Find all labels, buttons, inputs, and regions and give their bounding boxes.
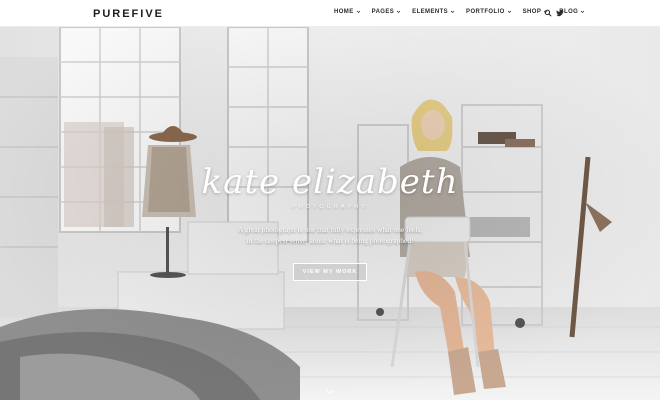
- nav-item-label: HOME: [334, 9, 354, 15]
- nav-item-label: SHOP: [522, 9, 542, 15]
- nav-item-pages[interactable]: PAGES: [372, 9, 402, 15]
- twitter-icon[interactable]: [556, 9, 564, 17]
- site-header: PUREFIVE HOME PAGES ELEMENTS PORTFOLIO S…: [0, 0, 660, 27]
- view-my-work-button[interactable]: VIEW MY WORK: [292, 263, 368, 281]
- hero-title: kate elizabeth: [201, 162, 459, 202]
- nav-item-home[interactable]: HOME: [334, 9, 361, 15]
- search-icon[interactable]: [544, 9, 552, 17]
- nav-item-portfolio[interactable]: PORTFOLIO: [466, 9, 512, 15]
- chevron-down-icon: [450, 10, 455, 13]
- nav-item-label: PORTFOLIO: [466, 9, 505, 15]
- hero-subtitle: PHOTOGRAPHY: [292, 204, 368, 210]
- nav-item-label: PAGES: [371, 9, 395, 15]
- hero-section: kate elizabeth PHOTOGRAPHY A great photo…: [0, 27, 660, 400]
- nav-item-elements[interactable]: ELEMENTS: [412, 9, 455, 15]
- chevron-down-icon: [507, 10, 511, 13]
- nav-item-label: ELEMENTS: [412, 9, 449, 15]
- chevron-down-icon: [580, 10, 585, 13]
- chevron-down-icon[interactable]: [326, 389, 334, 395]
- chevron-down-icon: [396, 10, 401, 13]
- hero-content: kate elizabeth PHOTOGRAPHY A great photo…: [160, 162, 500, 281]
- chevron-down-icon: [356, 10, 360, 13]
- hero-tagline: A great photograph is one that fully exp…: [237, 225, 423, 245]
- site-logo[interactable]: PUREFIVE: [93, 8, 164, 20]
